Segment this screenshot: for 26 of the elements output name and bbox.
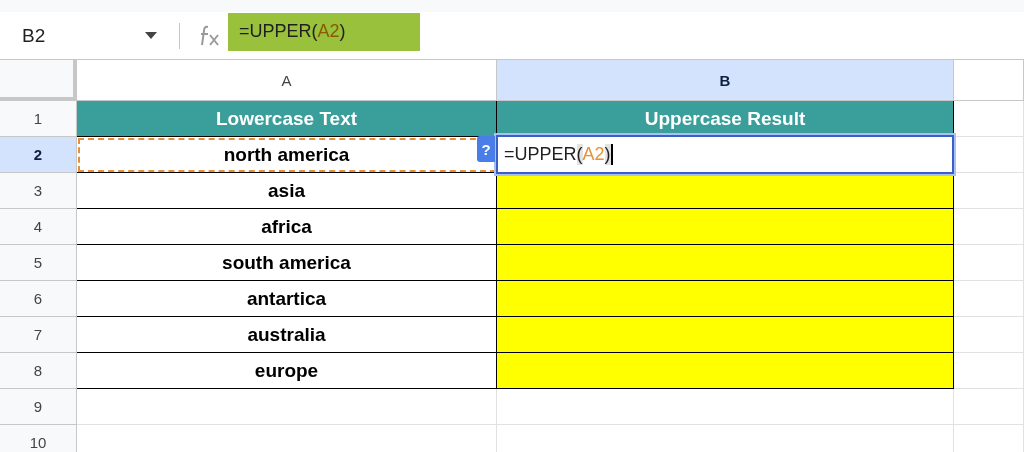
dropdown-arrow-icon[interactable] — [145, 32, 157, 39]
cell-editor[interactable]: =UPPER(A2) — [496, 135, 954, 174]
column-header[interactable]: A — [77, 60, 497, 101]
function-icon — [198, 24, 222, 47]
row-header[interactable]: 3 — [0, 173, 77, 209]
row-header[interactable]: 6 — [0, 281, 77, 317]
row-header[interactable]: 4 — [0, 209, 77, 245]
table-cell: europe — [77, 353, 497, 389]
formula-field[interactable]: =UPPER(A2) — [228, 12, 420, 51]
table-cell: australia — [77, 317, 497, 353]
row-header[interactable]: 1 — [0, 101, 77, 137]
row-header[interactable]: 8 — [0, 353, 77, 389]
table-cell: south america — [77, 245, 497, 281]
row-header[interactable]: 9 — [0, 389, 77, 425]
header-cell: Lowercase Text — [77, 101, 497, 137]
help-badge[interactable]: ? — [477, 136, 495, 162]
row-header[interactable]: 7 — [0, 317, 77, 353]
empty-cell — [954, 389, 1024, 425]
row-header[interactable]: 10 — [0, 425, 77, 452]
column-header[interactable]: B — [497, 60, 954, 101]
name-box[interactable]: B2 — [0, 24, 145, 47]
table-cell: asia — [77, 173, 497, 209]
table-cell: africa — [77, 209, 497, 245]
table-cell: antartica — [77, 281, 497, 317]
row-header[interactable]: 2 — [0, 137, 77, 173]
row-header[interactable]: 5 — [0, 245, 77, 281]
